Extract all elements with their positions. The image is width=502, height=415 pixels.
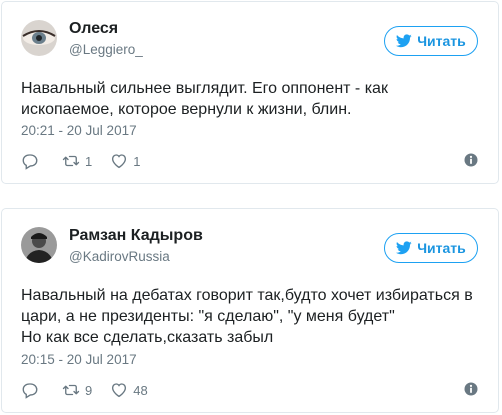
info-icon[interactable]: [464, 153, 478, 167]
tweet-text: Навальный на дебатах говорит так,будто х…: [21, 287, 473, 346]
retweet-count: 1: [85, 153, 93, 169]
follow-label: Читать: [417, 33, 466, 49]
author-name[interactable]: Олеся: [69, 20, 118, 38]
tweet-actions: 9 48: [21, 380, 478, 400]
like-button[interactable]: 48: [110, 381, 148, 399]
bird-icon: [396, 34, 412, 48]
like-count: 1: [133, 153, 141, 169]
like-count: 48: [133, 382, 148, 398]
info-icon[interactable]: [464, 382, 478, 396]
reply-button[interactable]: [21, 152, 44, 170]
follow-button[interactable]: Читать: [384, 233, 478, 263]
retweet-icon: [62, 155, 80, 167]
retweet-button[interactable]: 1: [62, 152, 92, 170]
tweet-actions: 1 1: [21, 151, 478, 171]
tweet-timestamp[interactable]: 20:15 - 20 Jul 2017: [21, 352, 137, 367]
author-handle[interactable]: @Leggiero_: [69, 42, 143, 57]
reply-icon: [22, 154, 38, 170]
tweet-text: Навальный сильнее выглядит. Его оппонент…: [21, 80, 388, 118]
reply-icon: [22, 383, 38, 399]
avatar[interactable]: [21, 20, 57, 56]
retweet-icon: [62, 384, 80, 396]
author-name[interactable]: Рамзан Кадыров: [69, 227, 203, 245]
heart-icon: [112, 154, 127, 169]
retweet-button[interactable]: 9: [62, 381, 92, 399]
follow-button[interactable]: Читать: [384, 26, 478, 56]
tweet-card: Рамзан Кадыров @KadirovRussia Читать Нав…: [1, 208, 499, 413]
heart-icon: [112, 383, 127, 398]
reply-button[interactable]: [21, 381, 44, 399]
tweet-timestamp[interactable]: 20:21 - 20 Jul 2017: [21, 123, 137, 138]
retweet-count: 9: [85, 382, 93, 398]
avatar[interactable]: [21, 227, 57, 263]
bird-icon: [396, 241, 412, 255]
follow-label: Читать: [417, 240, 466, 256]
author-handle[interactable]: @KadirovRussia: [69, 249, 170, 264]
tweet-card: Олеся @Leggiero_ Читать Навальный сильне…: [1, 1, 499, 184]
like-button[interactable]: 1: [110, 152, 140, 170]
